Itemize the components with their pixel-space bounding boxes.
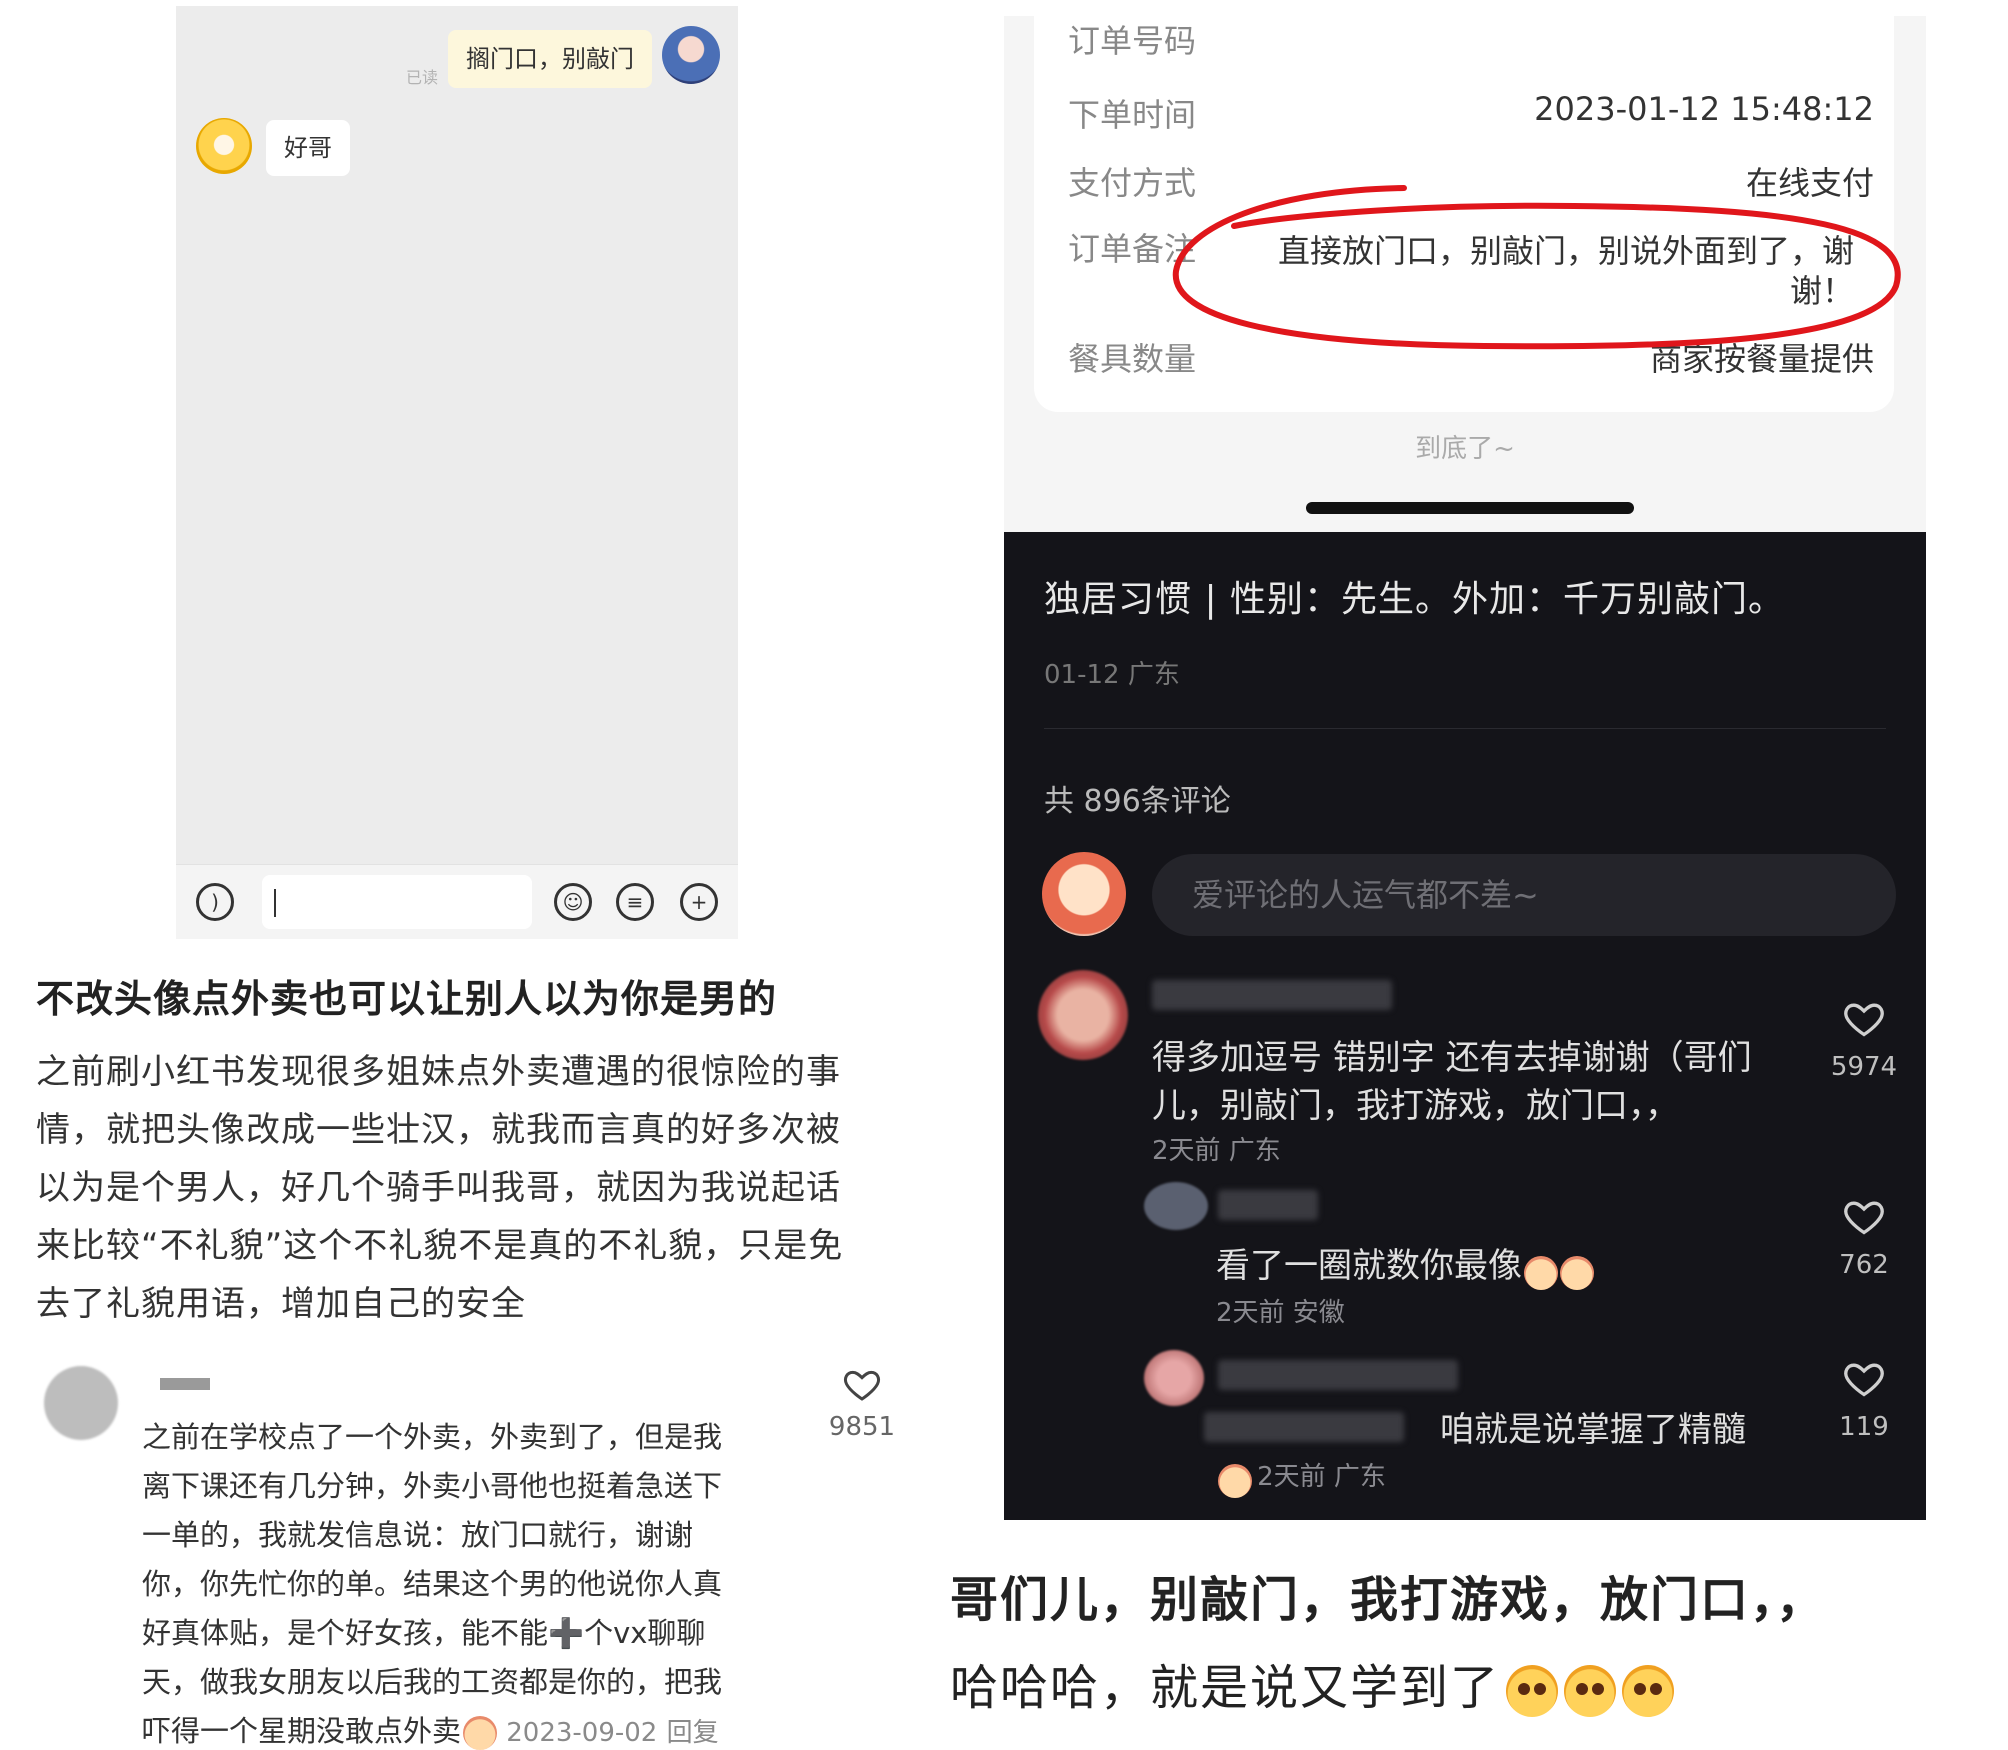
crying-laugh-emoji-icon bbox=[1560, 1255, 1594, 1290]
comment-count: 共 896条评论 bbox=[1044, 784, 1231, 819]
smug-emoji-icon bbox=[1622, 1665, 1675, 1717]
comment-text-row: 看了一圈就数你最像 bbox=[1216, 1238, 1594, 1290]
commenter-name-redacted bbox=[1218, 1190, 1318, 1220]
red-highlight-circle bbox=[1172, 185, 1901, 350]
post-body-line: 以为是个男人，好几个骑手叫我哥，就因为我说起话 bbox=[36, 1168, 841, 1208]
my-avatar[interactable] bbox=[1042, 852, 1126, 936]
comment-line: 你，你先忙你的单。结果这个男的他说你人真 bbox=[142, 1567, 723, 1601]
post-meta: 01-12 广东 bbox=[1044, 660, 1180, 690]
rider-message-bubble: 好哥 bbox=[266, 120, 350, 176]
post-body-line: 来比较“不礼貌”这个不礼貌不是真的不礼貌，只是免 bbox=[36, 1226, 844, 1266]
comment-text: 得多加逗号 错别字 还有去掉谢谢（哥们 bbox=[1152, 1038, 1752, 1078]
like-count: 9851 bbox=[828, 1412, 896, 1442]
comment-line: 一单的，我就发信息说：放门口就行，谢谢 bbox=[142, 1518, 694, 1552]
comment-line: 吓得一个星期没敢点外卖 bbox=[142, 1714, 462, 1748]
like-count: 762 bbox=[1839, 1250, 1889, 1280]
like-count: 119 bbox=[1839, 1412, 1889, 1442]
menu-icon[interactable]: ≡ bbox=[616, 883, 654, 921]
reply-button[interactable]: 回复 bbox=[667, 1718, 719, 1748]
my-message-bubble: 搁门口，别敲门 bbox=[448, 30, 652, 88]
commenter-name-redacted bbox=[1152, 980, 1392, 1010]
quoted-text-redacted bbox=[1204, 1412, 1404, 1442]
crying-laugh-emoji-icon bbox=[1524, 1255, 1558, 1290]
my-avatar[interactable] bbox=[662, 26, 720, 84]
comment-meta: 2天前 安徽 bbox=[1216, 1298, 1345, 1328]
comment-meta: 2天前 广东 bbox=[1257, 1462, 1386, 1492]
face-emoji-icon bbox=[1218, 1463, 1252, 1498]
commenter-avatar[interactable] bbox=[44, 1366, 118, 1440]
smug-emoji-icon bbox=[1564, 1665, 1617, 1717]
post-body-line: 情，就把头像改成一些壮汉，就我而言真的好多次被 bbox=[36, 1110, 841, 1150]
rider-avatar[interactable] bbox=[196, 118, 252, 174]
caption-line-2-row: 哈哈哈，就是说又学到了 bbox=[950, 1648, 1675, 1718]
commenter-avatar[interactable] bbox=[1038, 970, 1128, 1060]
post-body-line: 之前刷小红书发现很多姐妹点外卖遭遇的很惊险的事 bbox=[36, 1052, 841, 1092]
chat-screenshot: 已读 搁门口，别敲门 好哥 ) ☺ ≡ + bbox=[176, 6, 738, 939]
smug-emoji-icon bbox=[1506, 1665, 1559, 1717]
chat-input[interactable] bbox=[262, 875, 532, 929]
order-detail-screenshot: 订单号码 下单时间 2023-01-12 15:48:12 支付方式 在线支付 … bbox=[1004, 16, 1926, 532]
caption-line-1: 哥们儿，别敲门，我打游戏，放门口，， bbox=[950, 1572, 1827, 1628]
comment-text: 看了一圈就数你最像 bbox=[1216, 1246, 1522, 1286]
order-number-label: 订单号码 bbox=[1068, 22, 1197, 60]
comment-text: 儿，别敲门，我打游戏，放门口，， bbox=[1152, 1086, 1679, 1126]
comment-meta: 2天前 广东 bbox=[1152, 1136, 1281, 1166]
like-heart-icon[interactable] bbox=[1842, 1356, 1886, 1400]
add-icon[interactable]: + bbox=[680, 883, 718, 921]
caption-line-2: 哈哈哈，就是说又学到了 bbox=[950, 1660, 1501, 1716]
post-title: 不改头像点外卖也可以让别人以为你是男的 bbox=[36, 977, 778, 1021]
post-body-line: 去了礼貌用语，增加自己的安全 bbox=[36, 1284, 526, 1324]
comment-line: 好真体贴，是个好女孩，能不能➕个vx聊聊 bbox=[142, 1616, 706, 1650]
end-of-list-text: 到底了~ bbox=[1415, 434, 1515, 464]
comment-meta-row: 2天前 广东 bbox=[1216, 1456, 1386, 1498]
comment-last-line: 吓得一个星期没敢点外卖 2023-09-02 回复 bbox=[142, 1708, 719, 1750]
commenter-avatar[interactable] bbox=[1144, 1182, 1208, 1230]
like-count: 5974 bbox=[1830, 1052, 1898, 1082]
chat-input-bar: ) ☺ ≡ + bbox=[176, 864, 738, 939]
like-heart-icon[interactable] bbox=[842, 1364, 882, 1404]
comment-date: 2023-09-02 bbox=[506, 1718, 658, 1748]
commenter-avatar[interactable] bbox=[1144, 1350, 1204, 1406]
order-time-value: 2023-01-12 15:48:12 bbox=[1534, 90, 1874, 128]
like-heart-icon[interactable] bbox=[1842, 1194, 1886, 1238]
voice-icon[interactable]: ) bbox=[196, 883, 234, 921]
text-caret bbox=[274, 889, 276, 917]
commenter-name-redacted bbox=[160, 1378, 210, 1390]
commenter-name-redacted bbox=[1218, 1360, 1458, 1390]
scared-emoji-icon bbox=[463, 1716, 498, 1750]
read-status: 已读 bbox=[406, 68, 439, 87]
comment-line: 之前在学校点了一个外卖，外卖到了，但是我 bbox=[142, 1420, 723, 1454]
home-indicator[interactable] bbox=[1306, 502, 1634, 514]
divider bbox=[1044, 728, 1886, 729]
like-heart-icon[interactable] bbox=[1842, 996, 1886, 1040]
comment-line: 离下课还有几分钟，外卖小哥他也挺着急送下 bbox=[142, 1469, 723, 1503]
emoji-icon[interactable]: ☺ bbox=[554, 883, 592, 921]
comment-input[interactable]: 爱评论的人运气都不差~ bbox=[1152, 854, 1896, 936]
comments-screenshot: 独居习惯 | 性别：先生。外加：千万别敲门。 01-12 广东 共 896条评论… bbox=[1004, 532, 1926, 1520]
post-description: 独居习惯 | 性别：先生。外加：千万别敲门。 bbox=[1044, 579, 1786, 620]
comment-line: 天，做我女朋友以后我的工资都是你的，把我 bbox=[142, 1665, 723, 1699]
order-time-label: 下单时间 bbox=[1068, 96, 1197, 134]
comment-text: 咱就是说掌握了精髓 bbox=[1440, 1410, 1746, 1450]
